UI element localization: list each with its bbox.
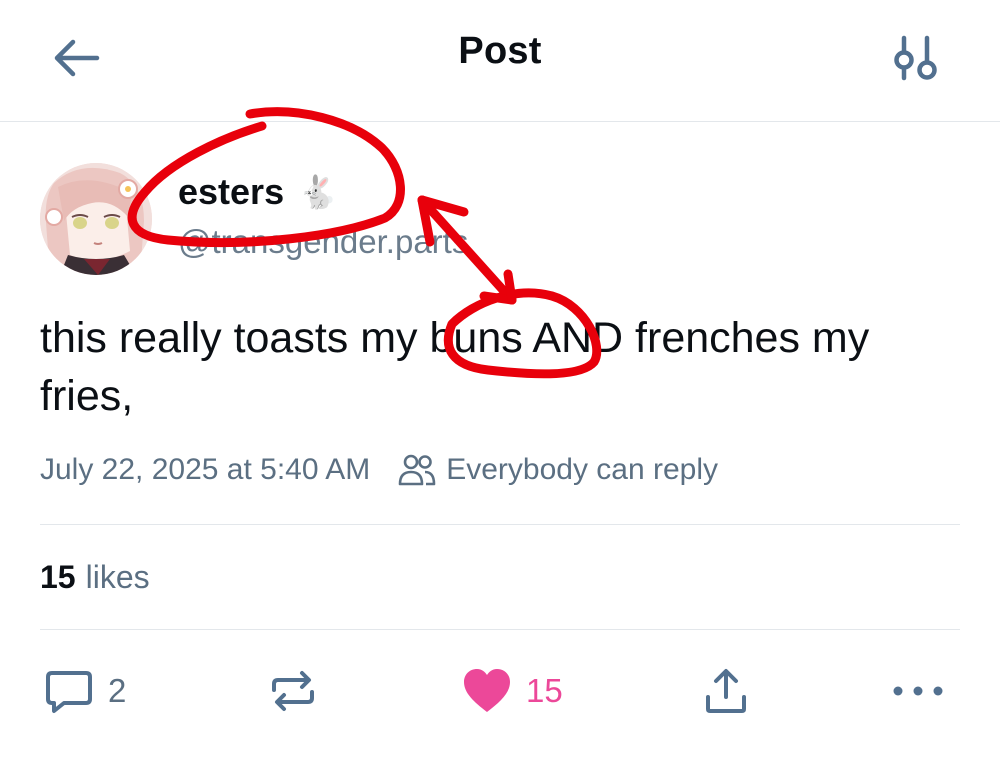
likes-label: likes	[85, 559, 150, 595]
page-title: Post	[458, 30, 542, 72]
divider	[40, 524, 960, 525]
likes-count: 15	[40, 559, 76, 595]
divider	[40, 629, 960, 630]
author-handle[interactable]: @transgender.parts	[178, 223, 468, 261]
ellipsis-icon	[893, 686, 943, 696]
repost-icon	[272, 671, 314, 711]
likes-summary[interactable]: 15 likes	[40, 559, 150, 596]
people-icon	[398, 454, 436, 486]
share-icon	[706, 669, 746, 713]
sliders-icon	[894, 35, 937, 81]
more-options-button[interactable]	[890, 661, 946, 721]
like-count: 15	[526, 672, 563, 709]
reply-button[interactable]: 2	[44, 661, 126, 721]
share-button[interactable]	[702, 661, 750, 721]
anime-avatar-icon	[40, 163, 152, 275]
display-name-text: esters	[178, 171, 285, 212]
thread-settings-button[interactable]	[884, 28, 948, 88]
repost-button[interactable]	[268, 661, 332, 721]
post-detail: esters 🐇 @transgender.parts this really …	[0, 123, 1000, 758]
author-display-name[interactable]: esters 🐇	[178, 171, 338, 213]
post-meta: July 22, 2025 at 5:40 AM Everybody can r…	[40, 453, 718, 487]
comment-icon	[46, 671, 92, 713]
post-text: this really toasts my buns AND frenches …	[40, 314, 870, 420]
top-bar: Post	[0, 0, 1000, 122]
reply-setting[interactable]: Everybody can reply	[398, 453, 718, 487]
post-actions: 2 15	[0, 661, 1000, 721]
heart-filled-icon	[464, 669, 510, 712]
timestamp: July 22, 2025 at 5:40 AM	[40, 453, 371, 486]
reply-count: 2	[108, 672, 127, 709]
like-button[interactable]: 15	[462, 661, 563, 721]
reply-setting-label: Everybody can reply	[446, 453, 719, 486]
avatar[interactable]	[40, 163, 152, 275]
rabbit-emoji-icon: 🐇	[298, 173, 338, 211]
